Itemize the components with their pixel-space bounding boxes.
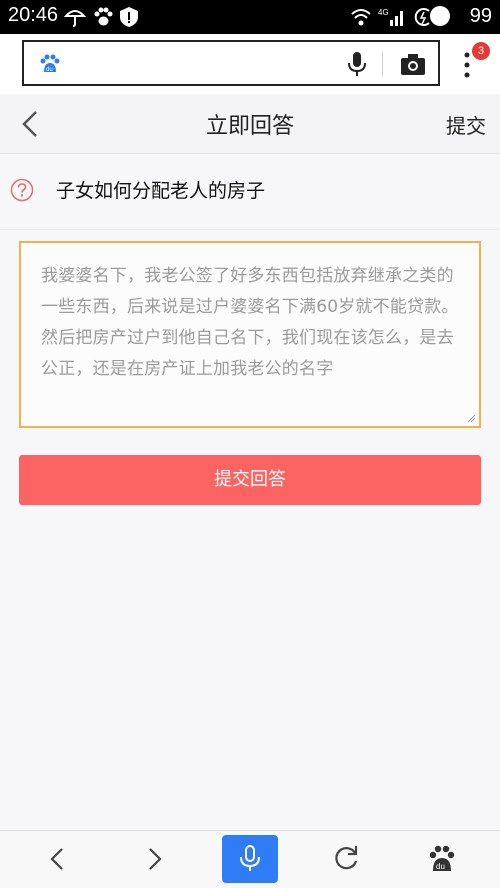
- tab-count-badge: 3: [472, 42, 490, 60]
- signal-icon: 4G: [378, 8, 403, 26]
- voice-search-button[interactable]: [222, 835, 278, 883]
- more-menu-icon[interactable]: [460, 52, 474, 78]
- address-bar[interactable]: du: [22, 40, 440, 86]
- battery-indicator: [430, 6, 450, 26]
- paw-icon: [94, 7, 113, 26]
- submit-answer-button[interactable]: 提交回答: [19, 455, 481, 505]
- question-row: 子女如何分配老人的房子: [0, 154, 500, 230]
- svg-text:du: du: [46, 67, 53, 73]
- refresh-icon[interactable]: [328, 841, 364, 877]
- answer-text[interactable]: 我婆婆名下，我老公签了好多东西包括放弃继承之类的一些东西，后来说是过户婆婆名下满…: [41, 261, 463, 385]
- page-title: 立即回答: [205, 114, 294, 139]
- umbrella-icon: [64, 10, 86, 27]
- status-bar: 20:46 4G 99: [0, 0, 500, 34]
- camera-icon[interactable]: [400, 52, 426, 76]
- header-submit-button[interactable]: 提交: [446, 110, 486, 139]
- bottom-nav: du: [0, 830, 500, 888]
- question-mark-icon: [10, 178, 34, 202]
- battery-level: 99: [469, 5, 492, 27]
- answer-textarea[interactable]: 我婆婆名下，我老公签了好多东西包括放弃继承之类的一些东西，后来说是过户婆婆名下满…: [19, 241, 481, 428]
- resize-handle-icon[interactable]: [466, 413, 476, 423]
- browser-toolbar: du 3: [0, 34, 500, 94]
- shield-icon: [120, 7, 138, 27]
- baidu-home-icon[interactable]: du: [424, 841, 460, 877]
- back-arrow-icon[interactable]: [40, 841, 76, 877]
- svg-text:du: du: [436, 862, 445, 871]
- voice-search-icon: [240, 845, 260, 871]
- svg-text:4G: 4G: [378, 8, 389, 17]
- microphone-icon[interactable]: [346, 51, 368, 77]
- wifi-icon: [351, 9, 371, 26]
- page-header: 立即回答 提交: [0, 94, 500, 154]
- question-text: 子女如何分配老人的房子: [56, 180, 266, 202]
- forward-arrow-icon[interactable]: [136, 841, 172, 877]
- baidu-logo-icon[interactable]: du: [38, 52, 62, 76]
- status-time: 20:46: [8, 4, 59, 26]
- address-bar-divider: [382, 52, 383, 76]
